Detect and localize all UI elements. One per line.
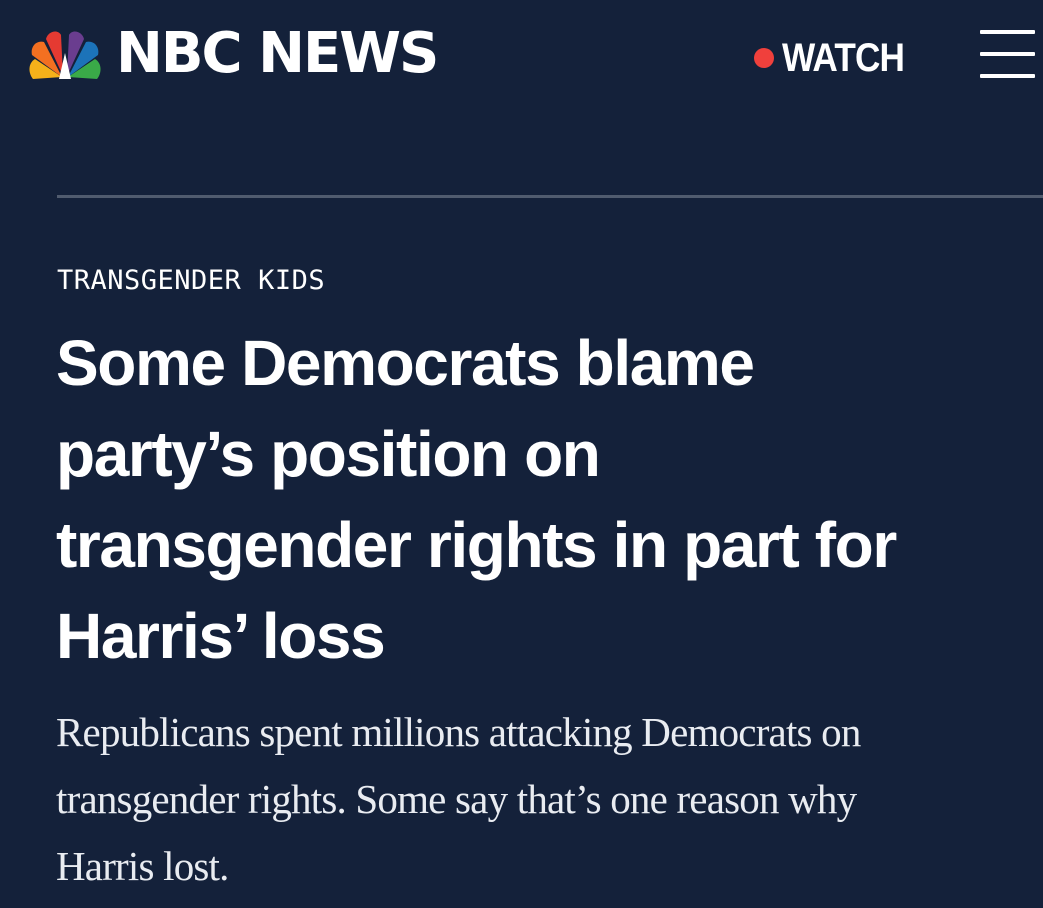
dek-line: Harris lost. — [56, 843, 229, 889]
nbc-peacock-icon — [29, 31, 101, 79]
headline-line: Harris’ loss — [56, 600, 386, 672]
article-dek: Republicans spent millions attacking Dem… — [56, 699, 1031, 900]
nbc-news-logo[interactable]: NBC NEWS — [26, 21, 439, 86]
header-divider — [57, 195, 1043, 198]
headline-line: transgender rights in part for — [56, 509, 897, 581]
watch-live-button[interactable]: WATCH — [754, 30, 921, 86]
watch-label: WATCH — [782, 35, 905, 80]
menu-bar — [980, 30, 1035, 34]
menu-bar — [980, 74, 1035, 78]
headline-line: party’s position on — [56, 418, 601, 490]
logo-wordmark: NBC NEWS — [116, 21, 439, 86]
article-headline: Some Democrats blame party’s position on… — [56, 318, 1036, 682]
site-header: NBC NEWS WATCH — [0, 0, 1043, 110]
menu-bar — [980, 52, 1035, 56]
headline-line: Some Democrats blame — [56, 327, 755, 399]
dek-line: Republicans spent millions attacking Dem… — [56, 709, 861, 755]
article-category-link[interactable]: TRANSGENDER KIDS — [57, 265, 325, 296]
hamburger-menu-icon[interactable] — [980, 30, 1035, 78]
live-dot-icon — [754, 48, 774, 68]
dek-line: transgender rights. Some say that’s one … — [56, 776, 857, 822]
